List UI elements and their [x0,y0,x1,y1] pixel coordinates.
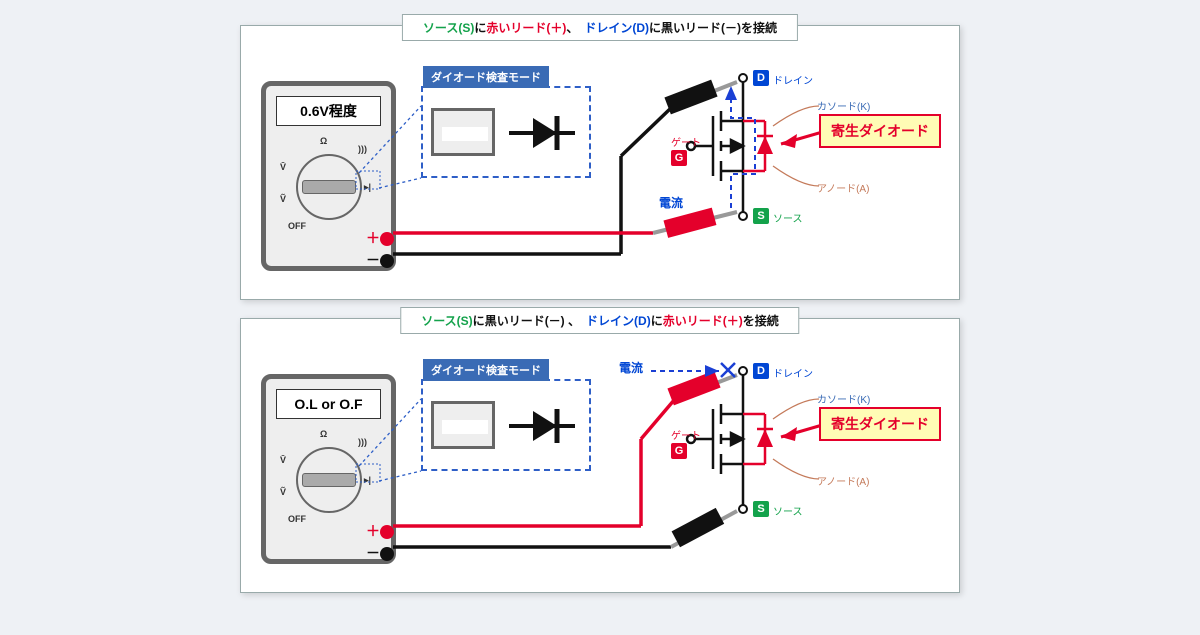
drain-label: ドレイン [773,365,813,380]
drain-label: ドレイン [773,72,813,87]
gate-chip: G [671,443,687,459]
parasitic-diode-callout: 寄生ダイオード [819,114,941,148]
circuit-diagram [241,26,961,301]
source-chip: S [753,208,769,224]
gate-label: ゲート [671,427,701,442]
cathode-label: カソード(K) [817,98,870,113]
panel-reverse-bias: ソース(S)に黒いリード(－) 、 ドレイン(D)に赤いリード(＋)を接続 O.… [240,318,960,593]
drain-chip: D [753,363,769,379]
current-label: 電流 [619,359,643,376]
source-label: ソース [773,503,803,518]
source-chip: S [753,501,769,517]
circuit-diagram [241,319,961,594]
anode-label: アノード(A) [817,180,869,195]
gate-label: ゲート [671,134,701,149]
anode-label: アノード(A) [817,473,869,488]
gate-chip: G [671,150,687,166]
panel-forward-bias: ソース(S)に赤いリード(＋)、 ドレイン(D)に黒いリード(－)を接続 0.6… [240,25,960,300]
source-label: ソース [773,210,803,225]
current-label: 電流 [659,194,683,211]
drain-chip: D [753,70,769,86]
cathode-label: カソード(K) [817,391,870,406]
parasitic-diode-callout: 寄生ダイオード [819,407,941,441]
